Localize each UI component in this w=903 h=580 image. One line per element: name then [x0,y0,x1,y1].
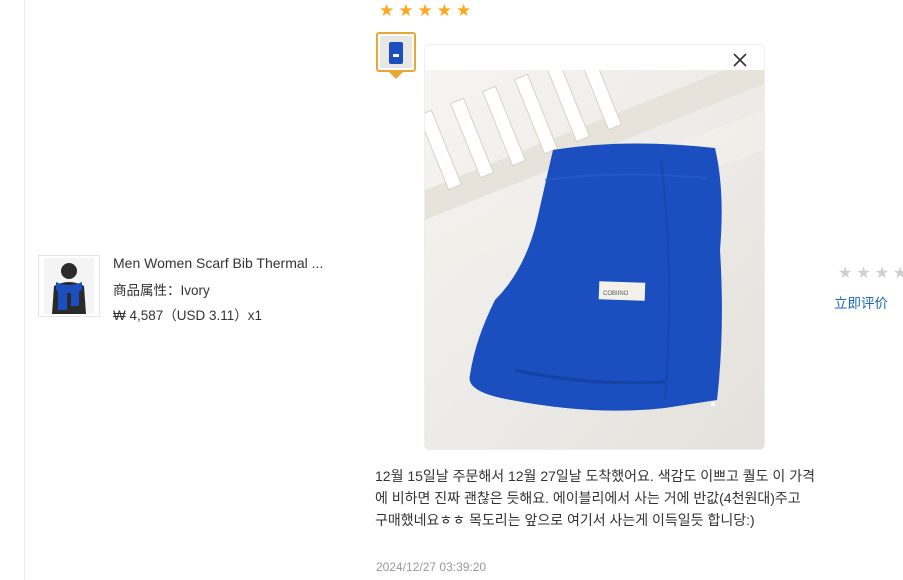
star-icon[interactable]: ★ [875,266,889,282]
thumbnail-pointer [389,72,403,79]
scarf-brand-label: COBIINO [603,291,629,297]
product-thumbnail[interactable] [38,255,100,317]
scarf-model-image [44,258,94,314]
star-icon: ★ [398,1,414,20]
scarf-thumbnail-image [380,36,412,68]
star-icon[interactable]: ★ [838,266,852,282]
review-rating: ★ ★ ★ ★ ★ [379,2,471,19]
product-summary: Men Women Scarf Bib Thermal ... 商品属性：Ivo… [38,255,338,325]
review-photo-thumbnail[interactable] [376,32,416,72]
star-icon: ★ [417,1,433,20]
product-attribute: 商品属性：Ivory [113,283,210,298]
close-icon [733,53,747,67]
review-date: 2024/12/27 03:39:20 [376,560,487,574]
star-icon: ★ [456,1,472,20]
close-viewer-button[interactable] [730,50,750,70]
star-icon[interactable]: ★ [856,266,870,282]
column-divider [24,0,25,580]
star-icon[interactable]: ★ [893,266,903,282]
product-title[interactable]: Men Women Scarf Bib Thermal ... [113,255,335,271]
photo-viewer: COBIINO [425,45,764,449]
rate-stars[interactable]: ★★★★★ [838,266,903,282]
rate-now-link[interactable]: 立即评价 [834,292,888,312]
star-icon: ★ [379,1,395,20]
star-icon: ★ [436,1,452,20]
product-price: ₩ 4,587（USD 3.11）x1 [113,308,263,323]
review-text: 12월 15일날 주문해서 12월 27일날 도착했어요. 색감도 이쁘고 퀄도… [375,468,815,528]
review-photo[interactable]: COBIINO [425,70,764,449]
